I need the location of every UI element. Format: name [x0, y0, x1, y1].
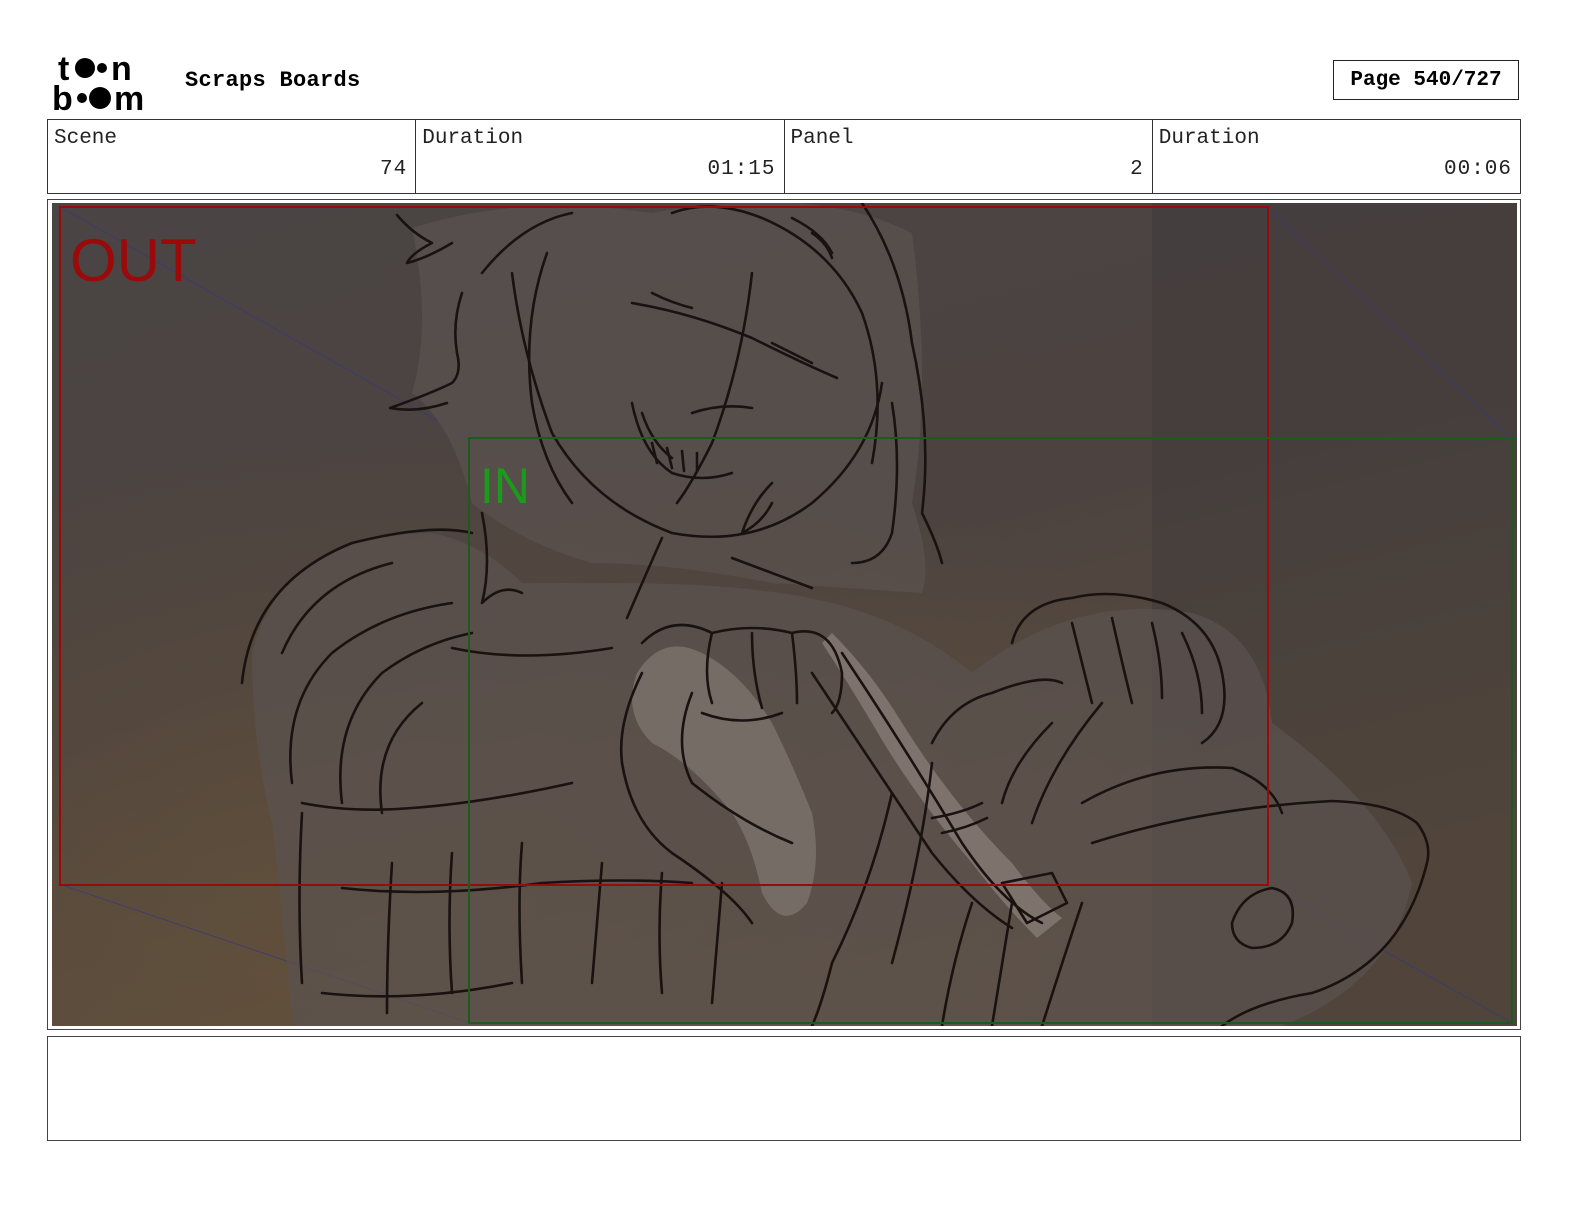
panel-label: Panel [790, 127, 854, 150]
panel-value: 2 [1130, 158, 1144, 181]
page-indicator: Page 540/727 [1333, 60, 1519, 100]
svg-text:m: m [114, 80, 144, 112]
scene-duration-label: Duration [422, 127, 524, 150]
toon-boom-logo: t n b m [52, 50, 164, 118]
scene-duration-value: 01:15 [707, 158, 776, 181]
scene-cell: Scene 74 [48, 120, 417, 193]
project-title: Scraps Boards [185, 68, 361, 93]
svg-text:b: b [52, 80, 73, 112]
panel-duration-cell: Duration 00:06 [1153, 120, 1520, 193]
scene-info-table: Scene 74 Duration 01:15 Panel 2 Duration… [47, 119, 1521, 194]
in-frame-label: IN [480, 458, 530, 514]
panel-notes-box [47, 1036, 1521, 1141]
scene-value: 74 [380, 158, 408, 181]
panel-duration-label: Duration [1158, 127, 1260, 150]
panel-cell: Panel 2 [785, 120, 1153, 193]
scene-label: Scene [54, 127, 118, 150]
panel-duration-value: 00:06 [1443, 158, 1512, 181]
storyboard-panel-image: OUT IN [52, 203, 1517, 1026]
out-frame-label: OUT [70, 227, 197, 294]
scene-duration-cell: Duration 01:15 [416, 120, 785, 193]
